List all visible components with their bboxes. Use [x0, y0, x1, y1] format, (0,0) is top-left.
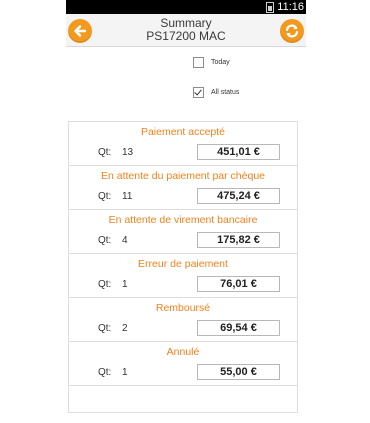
app-header: Summary PS17200 MAC: [66, 14, 306, 47]
status-item[interactable]: En attente de virement bancaire Qt: 4 17…: [69, 210, 297, 254]
amount-field: 69,54 €: [197, 320, 280, 336]
battery-icon: [266, 1, 275, 13]
qt-value: 4: [122, 235, 128, 246]
all-status-filter[interactable]: All status: [193, 87, 239, 98]
arrow-left-icon: [74, 25, 87, 37]
all-status-checkbox[interactable]: [193, 87, 204, 98]
refresh-icon: [285, 24, 299, 38]
qt-label: Qt:: [98, 235, 112, 246]
status-name: Annulé: [166, 346, 200, 358]
status-summary-list: Paiement accepté Qt: 13 451,01 € En atte…: [68, 121, 298, 413]
qt-label: Qt:: [98, 323, 112, 334]
page-subtitle: PS17200 MAC: [146, 29, 226, 43]
today-checkbox[interactable]: [193, 57, 204, 68]
status-name: Remboursé: [155, 302, 211, 314]
qt-value: 1: [122, 279, 128, 290]
qt-value: 11: [122, 191, 133, 202]
quantity-row: Qt: 1 55,00 €: [69, 362, 297, 382]
header-titles: Summary PS17200 MAC: [96, 17, 276, 43]
amount-field: 76,01 €: [197, 276, 280, 292]
status-item[interactable]: Remboursé Qt: 2 69,54 €: [69, 298, 297, 342]
today-label: Today: [211, 59, 230, 66]
amount-field: 475,24 €: [197, 188, 280, 204]
qt-label: Qt:: [98, 367, 112, 378]
qt-value: 1: [122, 367, 128, 378]
status-item[interactable]: Paiement accepté Qt: 13 451,01 €: [69, 122, 297, 166]
refresh-button[interactable]: [280, 19, 304, 43]
qt-value: 13: [122, 147, 134, 158]
status-item[interactable]: Erreur de paiement Qt: 1 76,01 €: [69, 254, 297, 298]
qt-label: Qt:: [98, 147, 112, 158]
status-name: Paiement accepté: [140, 126, 226, 138]
today-filter[interactable]: Today: [193, 57, 230, 68]
quantity-row: Qt: 11 475,24 €: [69, 186, 297, 206]
status-item[interactable]: Annulé Qt: 1 55,00 €: [69, 342, 297, 386]
quantity-row: Qt: 1 76,01 €: [69, 274, 297, 294]
status-time: 11:16: [277, 1, 304, 13]
quantity-row: Qt: 4 175,82 €: [69, 230, 297, 250]
amount-field: 451,01 €: [197, 144, 280, 160]
amount-field: 175,82 €: [197, 232, 280, 248]
amount-field: 55,00 €: [197, 364, 280, 380]
qt-label: Qt:: [98, 279, 112, 290]
status-name: Erreur de paiement: [138, 258, 228, 270]
status-item[interactable]: En attente du paiement par chèque Qt: 11…: [69, 166, 297, 210]
quantity-row: Qt: 13 451,01 €: [69, 142, 297, 162]
back-button[interactable]: [68, 19, 92, 43]
qt-value: 2: [122, 323, 128, 334]
phone-screen: 11:16 Summary PS17200 MAC Today All stat…: [66, 0, 306, 423]
status-bar: 11:16: [66, 0, 306, 14]
quantity-row: Qt: 2 69,54 €: [69, 318, 297, 338]
status-name: En attente du paiement par chèque: [100, 170, 266, 182]
status-name: En attente de virement bancaire: [108, 214, 258, 226]
qt-label: Qt:: [98, 191, 112, 202]
all-status-label: All status: [211, 89, 240, 96]
filters-panel: Today All status: [66, 47, 306, 117]
